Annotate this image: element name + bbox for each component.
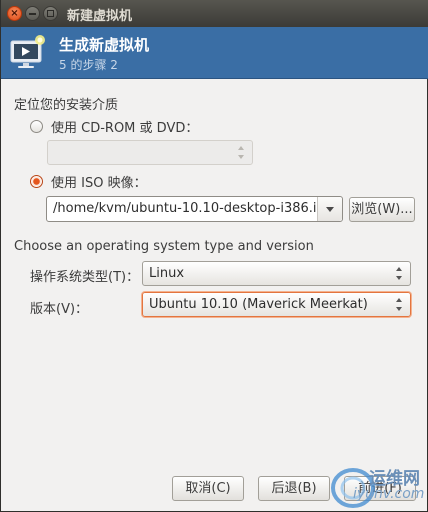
cdrom-label: 使用 CD-ROM 或 DVD： — [51, 120, 199, 136]
select-arrows-icon — [238, 146, 245, 159]
title-bar: × 新建虚拟机 — [1, 0, 428, 27]
iso-option[interactable]: 使用 ISO 映像： — [30, 172, 147, 191]
virtual-machine-icon — [10, 35, 45, 68]
install-media-heading: 定位您的安装介质 — [14, 98, 119, 113]
os-version-select[interactable]: Ubuntu 10.10 (Maverick Meerkat) — [142, 292, 411, 317]
cdrom-device-select — [47, 140, 253, 165]
iso-path-value[interactable]: /home/kvm/ubuntu-10.10-desktop-i386.iso — [53, 201, 331, 216]
cancel-button[interactable]: 取消(C) — [172, 476, 244, 501]
back-button[interactable]: 后退(B) — [258, 476, 330, 501]
cdrom-option[interactable]: 使用 CD-ROM 或 DVD： — [30, 117, 199, 136]
os-heading: Choose an operating system type and vers… — [14, 239, 314, 254]
wizard-banner: 生成新虚拟机 5 的步骤 2 — [1, 27, 428, 79]
close-icon[interactable]: × — [7, 6, 22, 21]
chevron-down-icon[interactable] — [317, 197, 342, 221]
select-arrows-icon — [396, 267, 403, 280]
maximize-icon[interactable] — [43, 6, 58, 21]
iso-path-combo[interactable]: /home/kvm/ubuntu-10.10-desktop-i386.iso — [46, 196, 343, 222]
wizard-step: 5 的步骤 2 — [59, 58, 118, 72]
window-title: 新建虚拟机 — [67, 9, 133, 24]
wizard-title: 生成新虚拟机 — [59, 36, 150, 54]
select-arrows-icon — [396, 298, 403, 311]
cdrom-radio[interactable] — [30, 119, 43, 133]
iso-radio[interactable] — [30, 174, 43, 188]
browse-button[interactable]: 浏览(W)... — [349, 197, 415, 222]
new-vm-dialog: × 新建虚拟机 生成新虚拟机 5 的步骤 2 定位您的安装介质 使用 CD-RO… — [0, 0, 428, 512]
minimize-icon[interactable] — [25, 6, 40, 21]
os-type-value: Linux — [149, 266, 185, 281]
watermark-en: iyunv.com — [353, 486, 425, 502]
iso-label: 使用 ISO 映像： — [51, 175, 147, 191]
os-version-value: Ubuntu 10.10 (Maverick Meerkat) — [149, 297, 368, 312]
site-watermark: 运维网 iyunv.com — [323, 458, 427, 510]
os-version-label: 版本(V)： — [30, 302, 89, 317]
os-type-label: 操作系统类型(T)： — [30, 270, 140, 285]
os-type-select[interactable]: Linux — [142, 261, 411, 286]
